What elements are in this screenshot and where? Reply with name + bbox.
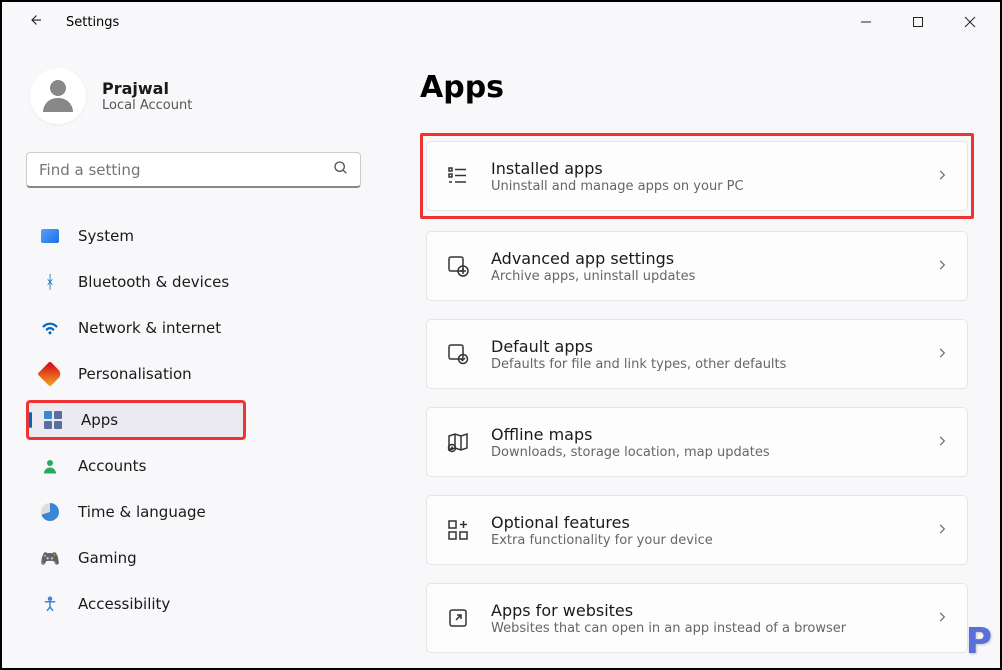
sidebar: Prajwal Local Account System ᚼ Bluetooth… bbox=[2, 42, 372, 668]
chevron-right-icon bbox=[935, 433, 949, 452]
card-subtitle: Websites that can open in an app instead… bbox=[491, 621, 915, 636]
sidebar-item-label: Gaming bbox=[78, 549, 137, 567]
person-icon bbox=[40, 456, 60, 476]
main-panel: Apps Installed appsUninstall and manage … bbox=[372, 42, 1000, 668]
map-icon bbox=[445, 429, 471, 455]
clock-icon bbox=[40, 502, 60, 522]
sidebar-item-network[interactable]: Network & internet bbox=[26, 308, 361, 348]
app-title: Settings bbox=[66, 15, 119, 30]
list-icon bbox=[445, 163, 471, 189]
default-app-icon bbox=[445, 341, 471, 367]
wifi-icon bbox=[40, 318, 60, 338]
gamepad-icon: 🎮 bbox=[40, 548, 60, 568]
plus-grid-icon bbox=[445, 517, 471, 543]
card-subtitle: Extra functionality for your device bbox=[491, 533, 915, 548]
card-title: Optional features bbox=[491, 513, 915, 532]
card-title: Advanced app settings bbox=[491, 249, 915, 268]
card-title: Default apps bbox=[491, 337, 915, 356]
sidebar-item-label: Accounts bbox=[78, 457, 146, 475]
avatar bbox=[30, 68, 86, 124]
search-icon bbox=[333, 160, 349, 180]
back-button[interactable] bbox=[22, 7, 48, 37]
sidebar-item-time-language[interactable]: Time & language bbox=[26, 492, 361, 532]
minimize-button[interactable] bbox=[844, 6, 888, 38]
card-apps-for-websites[interactable]: Apps for websitesWebsites that can open … bbox=[426, 583, 968, 653]
sidebar-item-label: Bluetooth & devices bbox=[78, 273, 229, 291]
apps-icon bbox=[43, 410, 63, 430]
maximize-button[interactable] bbox=[896, 6, 940, 38]
profile-type: Local Account bbox=[102, 98, 192, 113]
accessibility-icon bbox=[40, 594, 60, 614]
sidebar-item-personalisation[interactable]: Personalisation bbox=[26, 354, 361, 394]
card-title: Apps for websites bbox=[491, 601, 915, 620]
sidebar-item-apps[interactable]: Apps bbox=[26, 400, 246, 440]
sidebar-item-label: Time & language bbox=[78, 503, 206, 521]
card-installed-apps[interactable]: Installed appsUninstall and manage apps … bbox=[426, 141, 968, 211]
titlebar: Settings bbox=[2, 2, 1000, 42]
close-button[interactable] bbox=[948, 6, 992, 38]
card-default-apps[interactable]: Default appsDefaults for file and link t… bbox=[426, 319, 968, 389]
chevron-right-icon bbox=[935, 167, 949, 186]
sidebar-item-label: Accessibility bbox=[78, 595, 170, 613]
chevron-right-icon bbox=[935, 345, 949, 364]
sidebar-item-accessibility[interactable]: Accessibility bbox=[26, 584, 361, 624]
sidebar-item-label: Apps bbox=[81, 411, 118, 429]
chevron-right-icon bbox=[935, 609, 949, 628]
page-title: Apps bbox=[420, 70, 974, 105]
search-input[interactable] bbox=[26, 152, 361, 188]
card-subtitle: Downloads, storage location, map updates bbox=[491, 445, 915, 460]
paintbrush-icon bbox=[40, 364, 60, 384]
card-title: Offline maps bbox=[491, 425, 915, 444]
sidebar-item-accounts[interactable]: Accounts bbox=[26, 446, 361, 486]
sidebar-item-label: System bbox=[78, 227, 134, 245]
card-subtitle: Archive apps, uninstall updates bbox=[491, 269, 915, 284]
sidebar-item-label: Network & internet bbox=[78, 319, 221, 337]
card-subtitle: Uninstall and manage apps on your PC bbox=[491, 179, 915, 194]
nav-list: System ᚼ Bluetooth & devices Network & i… bbox=[26, 216, 368, 630]
gear-app-icon bbox=[445, 253, 471, 279]
chevron-right-icon bbox=[935, 257, 949, 276]
card-title: Installed apps bbox=[491, 159, 915, 178]
sidebar-item-system[interactable]: System bbox=[26, 216, 361, 256]
sidebar-item-label: Personalisation bbox=[78, 365, 192, 383]
profile-section[interactable]: Prajwal Local Account bbox=[26, 62, 368, 152]
card-offline-maps[interactable]: Offline mapsDownloads, storage location,… bbox=[426, 407, 968, 477]
card-optional-features[interactable]: Optional featuresExtra functionality for… bbox=[426, 495, 968, 565]
sidebar-item-gaming[interactable]: 🎮 Gaming bbox=[26, 538, 361, 578]
external-link-icon bbox=[445, 605, 471, 631]
bluetooth-icon: ᚼ bbox=[40, 272, 60, 292]
chevron-right-icon bbox=[935, 521, 949, 540]
system-icon bbox=[40, 226, 60, 246]
card-subtitle: Defaults for file and link types, other … bbox=[491, 357, 915, 372]
profile-name: Prajwal bbox=[102, 79, 192, 98]
sidebar-item-bluetooth[interactable]: ᚼ Bluetooth & devices bbox=[26, 262, 361, 302]
card-advanced-app-settings[interactable]: Advanced app settingsArchive apps, unins… bbox=[426, 231, 968, 301]
